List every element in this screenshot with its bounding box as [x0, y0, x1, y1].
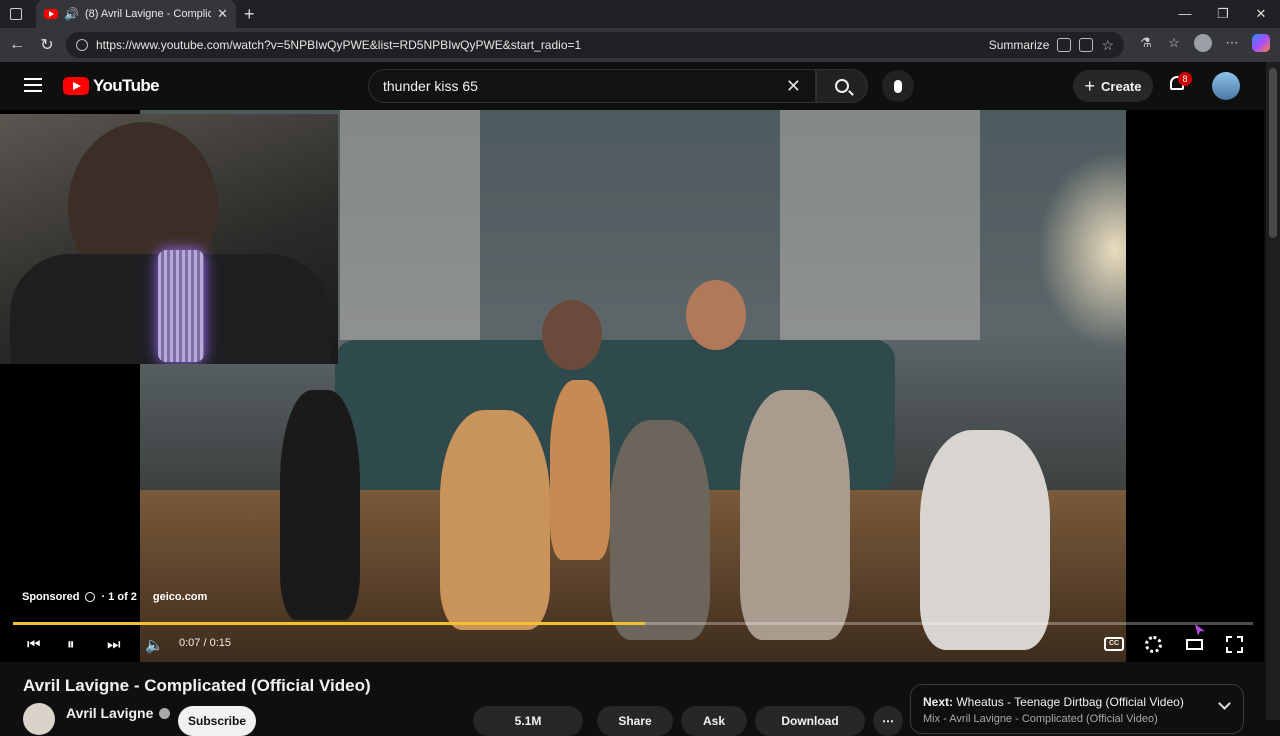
ask-button[interactable]: Ask: [681, 706, 747, 736]
address-bar[interactable]: https://www.youtube.com/watch?v=5NPBIwQy…: [66, 32, 1124, 58]
notification-badge: 8: [1178, 72, 1192, 86]
url-text: https://www.youtube.com/watch?v=5NPBIwQy…: [96, 38, 582, 52]
close-window-icon[interactable]: ✕: [1242, 0, 1280, 28]
share-button[interactable]: Share: [597, 706, 673, 736]
more-actions-button[interactable]: ⋯: [873, 706, 903, 736]
theater-mode-icon[interactable]: [1186, 639, 1203, 650]
time-display: 0:07 / 0:15: [179, 637, 231, 649]
browser-toolbar: ← ↻ https://www.youtube.com/watch?v=5NPB…: [0, 28, 1280, 62]
window-controls: — ❐ ✕: [1166, 0, 1280, 28]
youtube-favicon-icon: [44, 9, 58, 19]
page-scrollbar[interactable]: [1266, 62, 1280, 720]
browser-tab-active[interactable]: 🔊 (8) Avril Lavigne - Complicated ✕: [36, 0, 236, 28]
channel-name-text: Avril Lavigne: [66, 705, 154, 721]
person-man: [686, 280, 746, 350]
channel-name[interactable]: Avril Lavigne: [66, 705, 171, 721]
pause-icon[interactable]: ⏸: [67, 636, 75, 653]
extension-icon[interactable]: ⚗: [1138, 35, 1154, 51]
video-title: Avril Lavigne - Complicated (Official Vi…: [23, 676, 371, 695]
progress-bar[interactable]: [13, 622, 1253, 625]
browser-extension-icons: ⚗ ☆ ⋯: [1138, 34, 1270, 52]
site-info-icon[interactable]: [76, 39, 88, 51]
subscribe-button[interactable]: Subscribe: [178, 706, 256, 736]
bookshelf-right: [780, 110, 980, 340]
minimize-icon[interactable]: —: [1166, 0, 1204, 28]
close-tab-icon[interactable]: ✕: [217, 6, 228, 22]
verified-icon: [159, 707, 171, 719]
tab-actions-icon[interactable]: [0, 0, 32, 28]
browser-tab-bar: 🔊 (8) Avril Lavigne - Complicated ✕ + — …: [0, 0, 1280, 28]
player-controls: ⏮ ⏸ ⏭ 🔈 0:07 / 0:15 CC: [0, 628, 1264, 662]
channel-avatar[interactable]: [23, 703, 55, 735]
microphone-icon: [894, 79, 902, 93]
orange-cat: [440, 410, 550, 630]
like-count: 5.1M: [514, 714, 542, 728]
grey-white-cat: [740, 390, 850, 640]
create-button[interactable]: + Create: [1073, 70, 1153, 102]
new-tab-button[interactable]: +: [244, 4, 255, 25]
like-button[interactable]: 5.1M: [473, 706, 583, 736]
tabby-cat: [610, 420, 710, 640]
youtube-masthead: YouTube thunder kiss 65 ✕ + Create: [0, 62, 1266, 110]
create-label: Create: [1101, 78, 1142, 94]
ad-domain-link[interactable]: geico.com: [153, 591, 207, 603]
more-icon[interactable]: ⋯: [1224, 35, 1240, 51]
up-next-label: Next:: [923, 695, 954, 709]
favorite-star-icon[interactable]: ☆: [1101, 37, 1114, 54]
ad-info-icon[interactable]: [85, 592, 96, 602]
logo-text: YouTube: [93, 76, 160, 95]
search-button[interactable]: [816, 69, 868, 103]
search-query: thunder kiss 65: [383, 78, 478, 94]
progress-fill: [13, 622, 646, 625]
scrollbar-thumb[interactable]: [1269, 68, 1277, 238]
white-cat: [920, 430, 1050, 650]
black-cat: [280, 390, 360, 620]
summarize-button[interactable]: Summarize: [989, 38, 1050, 52]
refresh-icon[interactable]: ↻: [32, 35, 62, 55]
profile-icon[interactable]: [1194, 34, 1212, 52]
settings-icon[interactable]: [1145, 636, 1162, 653]
menu-icon[interactable]: [24, 78, 42, 92]
up-next-panel[interactable]: Next: Wheatus - Teenage Dirtbag (Officia…: [910, 684, 1244, 734]
copilot-icon[interactable]: [1252, 34, 1270, 52]
up-next-title: Wheatus - Teenage Dirtbag (Official Vide…: [956, 695, 1184, 709]
smart-speaker-lamp: [158, 250, 204, 362]
up-next-subtitle: Mix - Avril Lavigne - Complicated (Offic…: [923, 713, 1158, 725]
person-woman: [542, 300, 602, 370]
captions-icon[interactable]: CC: [1104, 637, 1124, 651]
voice-search-button[interactable]: [882, 70, 914, 102]
bookshelf-left: [340, 110, 480, 340]
video-player[interactable]: Sponsored · 1 of 2 geico.com ⏮ ⏸ ⏭ 🔈 0:0…: [0, 110, 1264, 662]
ad-badge: Sponsored · 1 of 2 geico.com: [22, 591, 207, 603]
search-icon: [835, 79, 849, 93]
speaker-icon[interactable]: 🔊: [64, 7, 79, 21]
plus-icon: +: [1084, 75, 1096, 96]
volume-icon[interactable]: 🔈: [145, 636, 164, 654]
youtube-play-icon: [63, 77, 89, 95]
youtube-logo[interactable]: YouTube: [63, 76, 160, 96]
tab-title: (8) Avril Lavigne - Complicated: [84, 8, 212, 20]
orange-cat-small: [550, 380, 610, 560]
next-icon[interactable]: ⏭: [107, 636, 121, 653]
search-input[interactable]: thunder kiss 65 ✕: [368, 69, 816, 103]
sponsored-label: Sponsored: [22, 591, 80, 603]
fullscreen-icon[interactable]: [1226, 636, 1243, 653]
reader-icon[interactable]: [1057, 38, 1072, 52]
previous-icon[interactable]: ⏮: [27, 636, 41, 653]
apps-icon[interactable]: [1079, 38, 1094, 52]
back-icon[interactable]: ←: [2, 36, 32, 54]
clear-search-icon[interactable]: ✕: [786, 76, 801, 97]
download-button[interactable]: Download: [755, 706, 865, 736]
restore-icon[interactable]: ❐: [1204, 0, 1242, 28]
ad-position: · 1 of 2: [101, 591, 137, 603]
webcam-overlay: [0, 114, 338, 364]
favorites-icon[interactable]: ☆: [1166, 35, 1182, 51]
account-avatar[interactable]: [1212, 72, 1240, 100]
